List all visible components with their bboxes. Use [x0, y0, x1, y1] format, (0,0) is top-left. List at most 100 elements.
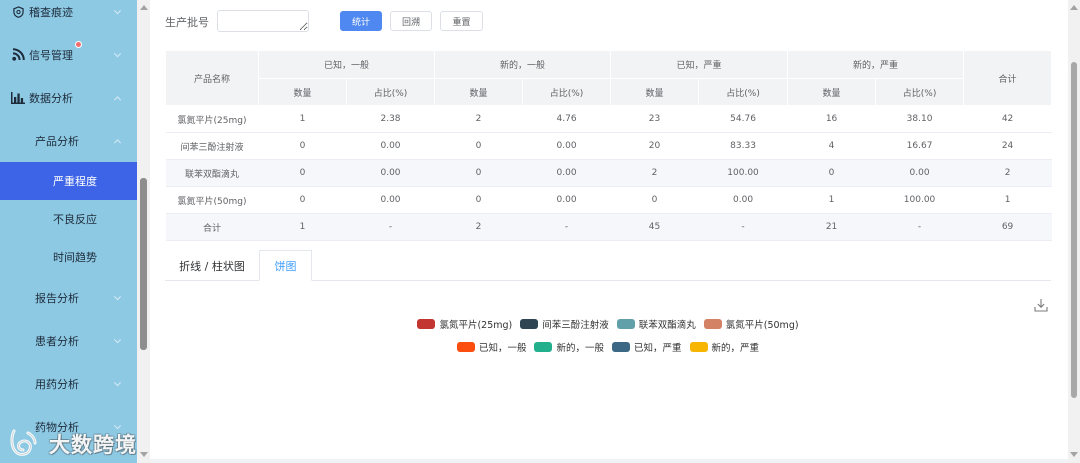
notification-dot	[75, 41, 82, 48]
trace-button[interactable]: 回溯	[390, 11, 432, 31]
cell-count: 2	[434, 213, 523, 241]
legend-label: 已知，一般	[478, 343, 527, 354]
chevron-down-icon	[113, 292, 122, 300]
legend-swatch	[534, 342, 553, 352]
cell-ratio: 0.00	[346, 132, 435, 160]
cell-count: 4	[787, 132, 876, 160]
header-ratio: 占比(%)	[345, 78, 436, 106]
scroll-down-arrow-icon[interactable]	[139, 452, 148, 457]
header-product-name: 产品名称	[165, 50, 259, 106]
sidebar-scrollbar[interactable]	[137, 0, 150, 463]
sidebar-item-product-analysis[interactable]: 产品分析	[0, 119, 137, 162]
sidebar-item-label: 时间趋势	[53, 251, 97, 264]
severity-table: 产品名称 已知，一般 新的，一般 已知，严重 新的，严重 合计 数量 占比(%)…	[165, 50, 1053, 241]
cell-count: 0	[434, 132, 523, 160]
cell-ratio: 4.76	[522, 105, 611, 133]
legend-swatch	[612, 342, 630, 352]
main-content: 生产批号 统计 回溯 重置 产品名称 已知，一般 新的，一般 已知，严重 新的，…	[150, 0, 1068, 459]
cell-ratio: 0.00	[522, 132, 611, 160]
legend-item[interactable]: 间苯三酚注射液	[520, 317, 609, 331]
rss-icon	[11, 48, 25, 62]
legend-item[interactable]: 氯氮平片(50mg)	[703, 317, 799, 331]
legend-item[interactable]: 氯氮平片(25mg)	[417, 317, 512, 331]
reset-button[interactable]: 重置	[440, 11, 483, 31]
chevron-down-icon	[113, 49, 122, 57]
header-count: 数量	[258, 78, 347, 106]
sidebar-item-label: 信号管理	[29, 48, 73, 62]
sidebar-item-adverse-reaction[interactable]: 不良反应	[0, 200, 137, 238]
sidebar-item-severity[interactable]: 严重程度	[0, 162, 137, 200]
scrollbar-thumb[interactable]	[140, 178, 147, 350]
sidebar-item-drug-analysis[interactable]: 药物分析	[0, 405, 137, 448]
cell-count: 21	[787, 213, 876, 241]
scroll-down-arrow-icon[interactable]	[1070, 452, 1078, 457]
header-group: 已知，严重	[610, 50, 789, 79]
cell-ratio: 0.00	[346, 186, 435, 214]
tab-pie-chart[interactable]: 饼图	[259, 250, 312, 281]
batch-number-label: 生产批号	[165, 16, 209, 29]
table-row: 间苯三酚注射液 0 0.00 0 0.00 20 83.33 4 16.67 24	[165, 132, 1052, 160]
sidebar-item-signal-management[interactable]: 信号管理	[0, 33, 137, 76]
sidebar-item-report-analysis[interactable]: 报告分析	[0, 276, 137, 319]
table-total-row: 合计 1-2-45-21-69	[165, 213, 1052, 241]
header-count: 数量	[610, 78, 700, 106]
cell-product-name: 氯氮平片(25mg)	[165, 105, 259, 133]
cell-ratio: 0.00	[698, 186, 788, 214]
download-icon[interactable]	[1034, 297, 1048, 312]
batch-number-input[interactable]	[217, 10, 309, 32]
chevron-down-icon	[113, 335, 122, 343]
cell-product-name: 间苯三酚注射液	[165, 132, 259, 160]
cell-count: 16	[787, 105, 876, 133]
cell-count: 45	[610, 213, 699, 241]
cell-count: 0	[434, 159, 523, 187]
legend-label: 新的，一般	[556, 343, 604, 354]
scrollbar-thumb[interactable]	[1071, 62, 1077, 398]
cell-total: 24	[963, 132, 1052, 160]
cell-total: 1	[963, 186, 1052, 214]
cell-count: 0	[258, 132, 347, 160]
cell-count: 20	[610, 132, 699, 160]
page-scrollbar[interactable]	[1068, 0, 1080, 463]
cell-ratio: -	[522, 213, 611, 241]
chevron-down-icon	[113, 378, 122, 386]
legend-item[interactable]: 新的，一般	[534, 340, 604, 354]
legend-item[interactable]: 联苯双酯滴丸	[616, 317, 696, 331]
cell-product-name: 合计	[165, 213, 259, 241]
table-header: 产品名称 已知，一般 新的，一般 已知，严重 新的，严重 合计 数量 占比(%)…	[165, 50, 1053, 106]
legend-item[interactable]: 已知，严重	[612, 340, 682, 354]
legend-label: 联苯双酯滴丸	[638, 320, 696, 331]
sidebar-item-medication-analysis[interactable]: 用药分析	[0, 362, 137, 405]
cell-count: 2	[434, 105, 523, 133]
stat-button[interactable]: 统计	[340, 11, 382, 31]
legend-label: 已知，严重	[634, 343, 682, 354]
cell-count: 0	[258, 186, 347, 214]
sidebar-item-data-analysis[interactable]: 数据分析	[0, 76, 137, 119]
sidebar-item-label: 数据分析	[29, 91, 73, 105]
cell-ratio: 38.10	[875, 105, 964, 133]
legend-swatch	[520, 319, 539, 329]
chart-tabs: 折线 / 柱状图 饼图	[165, 250, 1051, 281]
legend-item[interactable]: 新的，严重	[689, 340, 759, 354]
sidebar: 稽查痕迹 信号管理 数据分析 产品分析 严重程度 不良反应 时间趋势 报告分析 …	[0, 0, 137, 463]
cell-ratio: 0.00	[522, 159, 611, 187]
bar-chart-icon	[11, 91, 25, 105]
chevron-down-icon	[113, 421, 122, 429]
sidebar-item-label: 产品分析	[35, 134, 79, 148]
cell-count: 1	[258, 213, 347, 241]
sidebar-item-label: 严重程度	[53, 175, 97, 188]
sidebar-item-audit-trail[interactable]: 稽查痕迹	[0, 0, 137, 33]
legend-categories: 已知，一般 新的，一般 已知，严重 新的，严重	[165, 340, 1051, 354]
scroll-up-arrow-icon[interactable]	[139, 5, 148, 10]
scroll-up-arrow-icon[interactable]	[1070, 5, 1078, 10]
sidebar-item-time-trend[interactable]: 时间趋势	[0, 238, 137, 276]
cell-ratio: 83.33	[698, 132, 788, 160]
header-ratio: 占比(%)	[522, 78, 612, 106]
cell-count: 1	[258, 105, 347, 133]
cell-total: 42	[963, 105, 1052, 133]
tab-line-bar-chart[interactable]: 折线 / 柱状图	[165, 250, 259, 281]
table-body: 氯氮平片(25mg) 1 2.38 2 4.76 23 54.76 16 38.10 42 间苯三酚…	[165, 105, 1052, 241]
sidebar-item-patient-analysis[interactable]: 患者分析	[0, 319, 137, 362]
legend-item[interactable]: 已知，一般	[456, 340, 527, 354]
legend-swatch	[417, 319, 436, 329]
legend-swatch	[689, 342, 708, 352]
